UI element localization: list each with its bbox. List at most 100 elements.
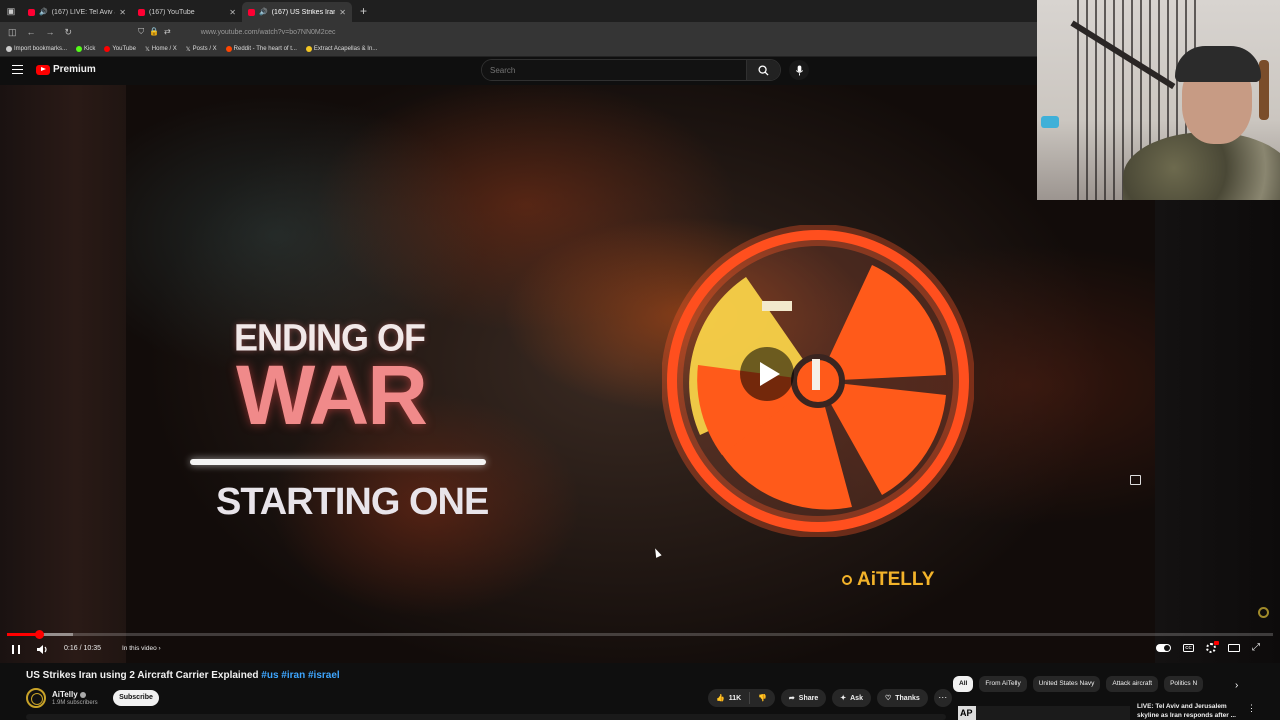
search-box bbox=[481, 59, 781, 81]
youtube-favicon-icon bbox=[248, 8, 255, 16]
tab-label: (167) LIVE: Tel Aviv and Jeru bbox=[51, 8, 116, 16]
hashtag-us[interactable]: #us bbox=[261, 670, 278, 681]
chevron-right-icon[interactable]: › bbox=[1235, 680, 1238, 691]
new-tab-button[interactable]: + bbox=[360, 4, 367, 18]
bookmark-youtube[interactable]: YouTube bbox=[104, 46, 136, 52]
progress-scrubber[interactable] bbox=[34, 630, 44, 639]
like-button[interactable]: 👍 11K bbox=[708, 692, 751, 704]
pause-icon[interactable] bbox=[12, 645, 20, 654]
recommendation-title[interactable]: LIVE: Tel Aviv and Jerusalem skyline as … bbox=[1137, 702, 1242, 720]
bookmark-extract[interactable]: Extract Acapellas & In... bbox=[305, 46, 377, 52]
browser-tab-bar: ▣ 🔊 (167) LIVE: Tel Aviv and Jeru ✕ (167… bbox=[0, 0, 1037, 22]
subscribe-button[interactable]: Subscribe bbox=[113, 690, 159, 706]
chip-us-navy[interactable]: United States Navy bbox=[1032, 676, 1101, 692]
kick-icon bbox=[76, 46, 83, 52]
share-button[interactable]: ➦ Share bbox=[780, 689, 827, 707]
like-dislike-group: 👍 11K 👎 bbox=[708, 689, 775, 707]
chip-from-channel[interactable]: From AiTelly bbox=[979, 676, 1027, 692]
youtube-icon bbox=[104, 46, 111, 52]
shield-icon[interactable]: ⛉ bbox=[138, 27, 144, 37]
back-icon[interactable]: ← bbox=[27, 27, 36, 37]
recommendation-thumbnail[interactable]: AP bbox=[958, 706, 1130, 720]
channel-name[interactable]: AiTelly bbox=[52, 690, 86, 699]
bookmark-home-x[interactable]: 𝕏 Home / X bbox=[145, 46, 177, 53]
bookmark-posts-x[interactable]: 𝕏 Posts / X bbox=[186, 46, 217, 53]
address-bar[interactable]: www.youtube.com/watch?v=bo7NN0M2cec bbox=[201, 29, 336, 36]
chip-politics[interactable]: Politics N bbox=[1164, 676, 1204, 692]
browser-tab-1[interactable]: 🔊 (167) LIVE: Tel Aviv and Jeru ✕ bbox=[22, 2, 132, 22]
video-title-text: US Strikes Iran using 2 Aircraft Carrier… bbox=[26, 670, 259, 681]
progress-played bbox=[7, 633, 39, 636]
youtube-favicon-icon bbox=[28, 8, 35, 16]
permissions-icon[interactable]: ⇄ bbox=[164, 27, 171, 37]
time-display: 0:16 / 10:35 bbox=[64, 645, 101, 652]
autoplay-toggle[interactable] bbox=[1156, 644, 1171, 652]
chip-attack-aircraft[interactable]: Attack aircraft bbox=[1106, 676, 1159, 692]
microphone-icon bbox=[795, 64, 803, 76]
hashtag-israel[interactable]: #israel bbox=[308, 670, 340, 681]
chapter-button[interactable]: In this video › bbox=[122, 645, 161, 652]
browser-nav-bar: ◫ ← → ↻ ⛉ 🔒 ⇄ www.youtube.com/watch?v=bo… bbox=[0, 22, 1037, 42]
bookmark-reddit[interactable]: Reddit - The heart of t... bbox=[225, 46, 297, 52]
video-frame[interactable]: ENDING OF WAR STARTING ONE AiTELLY bbox=[126, 85, 1155, 663]
big-play-button[interactable] bbox=[740, 347, 794, 401]
youtube-favicon-icon bbox=[138, 8, 145, 16]
mouse-cursor-icon bbox=[652, 547, 662, 558]
browser-tab-3[interactable]: 🔊 (167) US Strikes Iran using ✕ bbox=[242, 2, 352, 22]
bookmark-kick[interactable]: Kick bbox=[76, 46, 95, 52]
reload-icon[interactable]: ↻ bbox=[65, 27, 73, 38]
search-input[interactable] bbox=[482, 60, 746, 80]
hashtag-iran[interactable]: #iran bbox=[281, 670, 305, 681]
close-tab-icon[interactable]: ✕ bbox=[119, 8, 126, 17]
folder-icon bbox=[305, 46, 312, 52]
window-menu-icon[interactable]: ▣ bbox=[0, 6, 22, 17]
bookmark-import[interactable]: Import bookmarks... bbox=[6, 46, 67, 52]
miniplayer-icon[interactable] bbox=[1130, 475, 1141, 485]
description-box[interactable] bbox=[26, 714, 946, 720]
thanks-button[interactable]: ♡ Thanks bbox=[876, 689, 928, 707]
x-icon: 𝕏 bbox=[144, 46, 150, 53]
like-count: 11K bbox=[728, 694, 742, 702]
recommendation-chips: All From AiTelly United States Navy Atta… bbox=[953, 676, 1204, 692]
close-tab-icon[interactable]: ✕ bbox=[339, 8, 346, 17]
volume-icon[interactable] bbox=[36, 644, 48, 655]
close-tab-icon[interactable]: ✕ bbox=[229, 8, 236, 17]
search-button[interactable] bbox=[746, 60, 780, 80]
captions-icon[interactable]: CC bbox=[1183, 644, 1194, 652]
theater-mode-icon[interactable] bbox=[1228, 644, 1240, 652]
tab-label: (167) US Strikes Iran using bbox=[271, 8, 336, 16]
thanks-icon: ♡ bbox=[884, 695, 892, 702]
ambient-left bbox=[0, 85, 126, 663]
settings-icon[interactable] bbox=[1206, 641, 1219, 653]
sidebar-toggle-icon[interactable]: ◫ bbox=[8, 27, 17, 38]
channel-avatar[interactable] bbox=[26, 688, 46, 708]
video-title: US Strikes Iran using 2 Aircraft Carrier… bbox=[26, 670, 340, 681]
bookmark-icon bbox=[6, 46, 12, 52]
channel-brand-mark: AiTELLY bbox=[842, 569, 934, 591]
speaker-icon[interactable]: 🔊 bbox=[39, 8, 48, 16]
wall-decoration bbox=[1041, 116, 1059, 128]
guitar-on-wall bbox=[1259, 60, 1269, 120]
youtube-logo[interactable]: Premium bbox=[36, 64, 96, 75]
channel-watermark-icon[interactable] bbox=[1258, 607, 1269, 618]
fullscreen-icon[interactable]: ⤢ bbox=[1252, 643, 1262, 653]
kebab-menu-icon[interactable]: ⋮ bbox=[1247, 703, 1256, 714]
menu-icon[interactable] bbox=[12, 65, 23, 74]
thumbnail-subheading: STARTING ONE bbox=[216, 481, 489, 523]
share-icon: ➦ bbox=[788, 695, 795, 702]
dislike-button[interactable]: 👎 bbox=[750, 694, 775, 702]
logo-text: Premium bbox=[53, 64, 96, 75]
tab-label: (167) YouTube bbox=[149, 8, 195, 16]
voice-search-button[interactable] bbox=[789, 60, 809, 80]
browser-tab-2[interactable]: (167) YouTube ✕ bbox=[132, 2, 242, 22]
chip-all[interactable]: All bbox=[953, 676, 974, 692]
more-actions-button[interactable]: ··· bbox=[933, 689, 952, 707]
brand-logo-icon bbox=[842, 575, 852, 585]
youtube-play-icon bbox=[36, 64, 50, 75]
url-security-icons: ⛉ 🔒 ⇄ bbox=[138, 27, 171, 37]
ask-button[interactable]: ✦ Ask bbox=[832, 689, 871, 707]
progress-bar[interactable] bbox=[7, 630, 1273, 639]
lock-icon[interactable]: 🔒 bbox=[149, 27, 159, 37]
speaker-icon[interactable]: 🔊 bbox=[259, 8, 268, 16]
forward-icon[interactable]: → bbox=[46, 27, 55, 37]
